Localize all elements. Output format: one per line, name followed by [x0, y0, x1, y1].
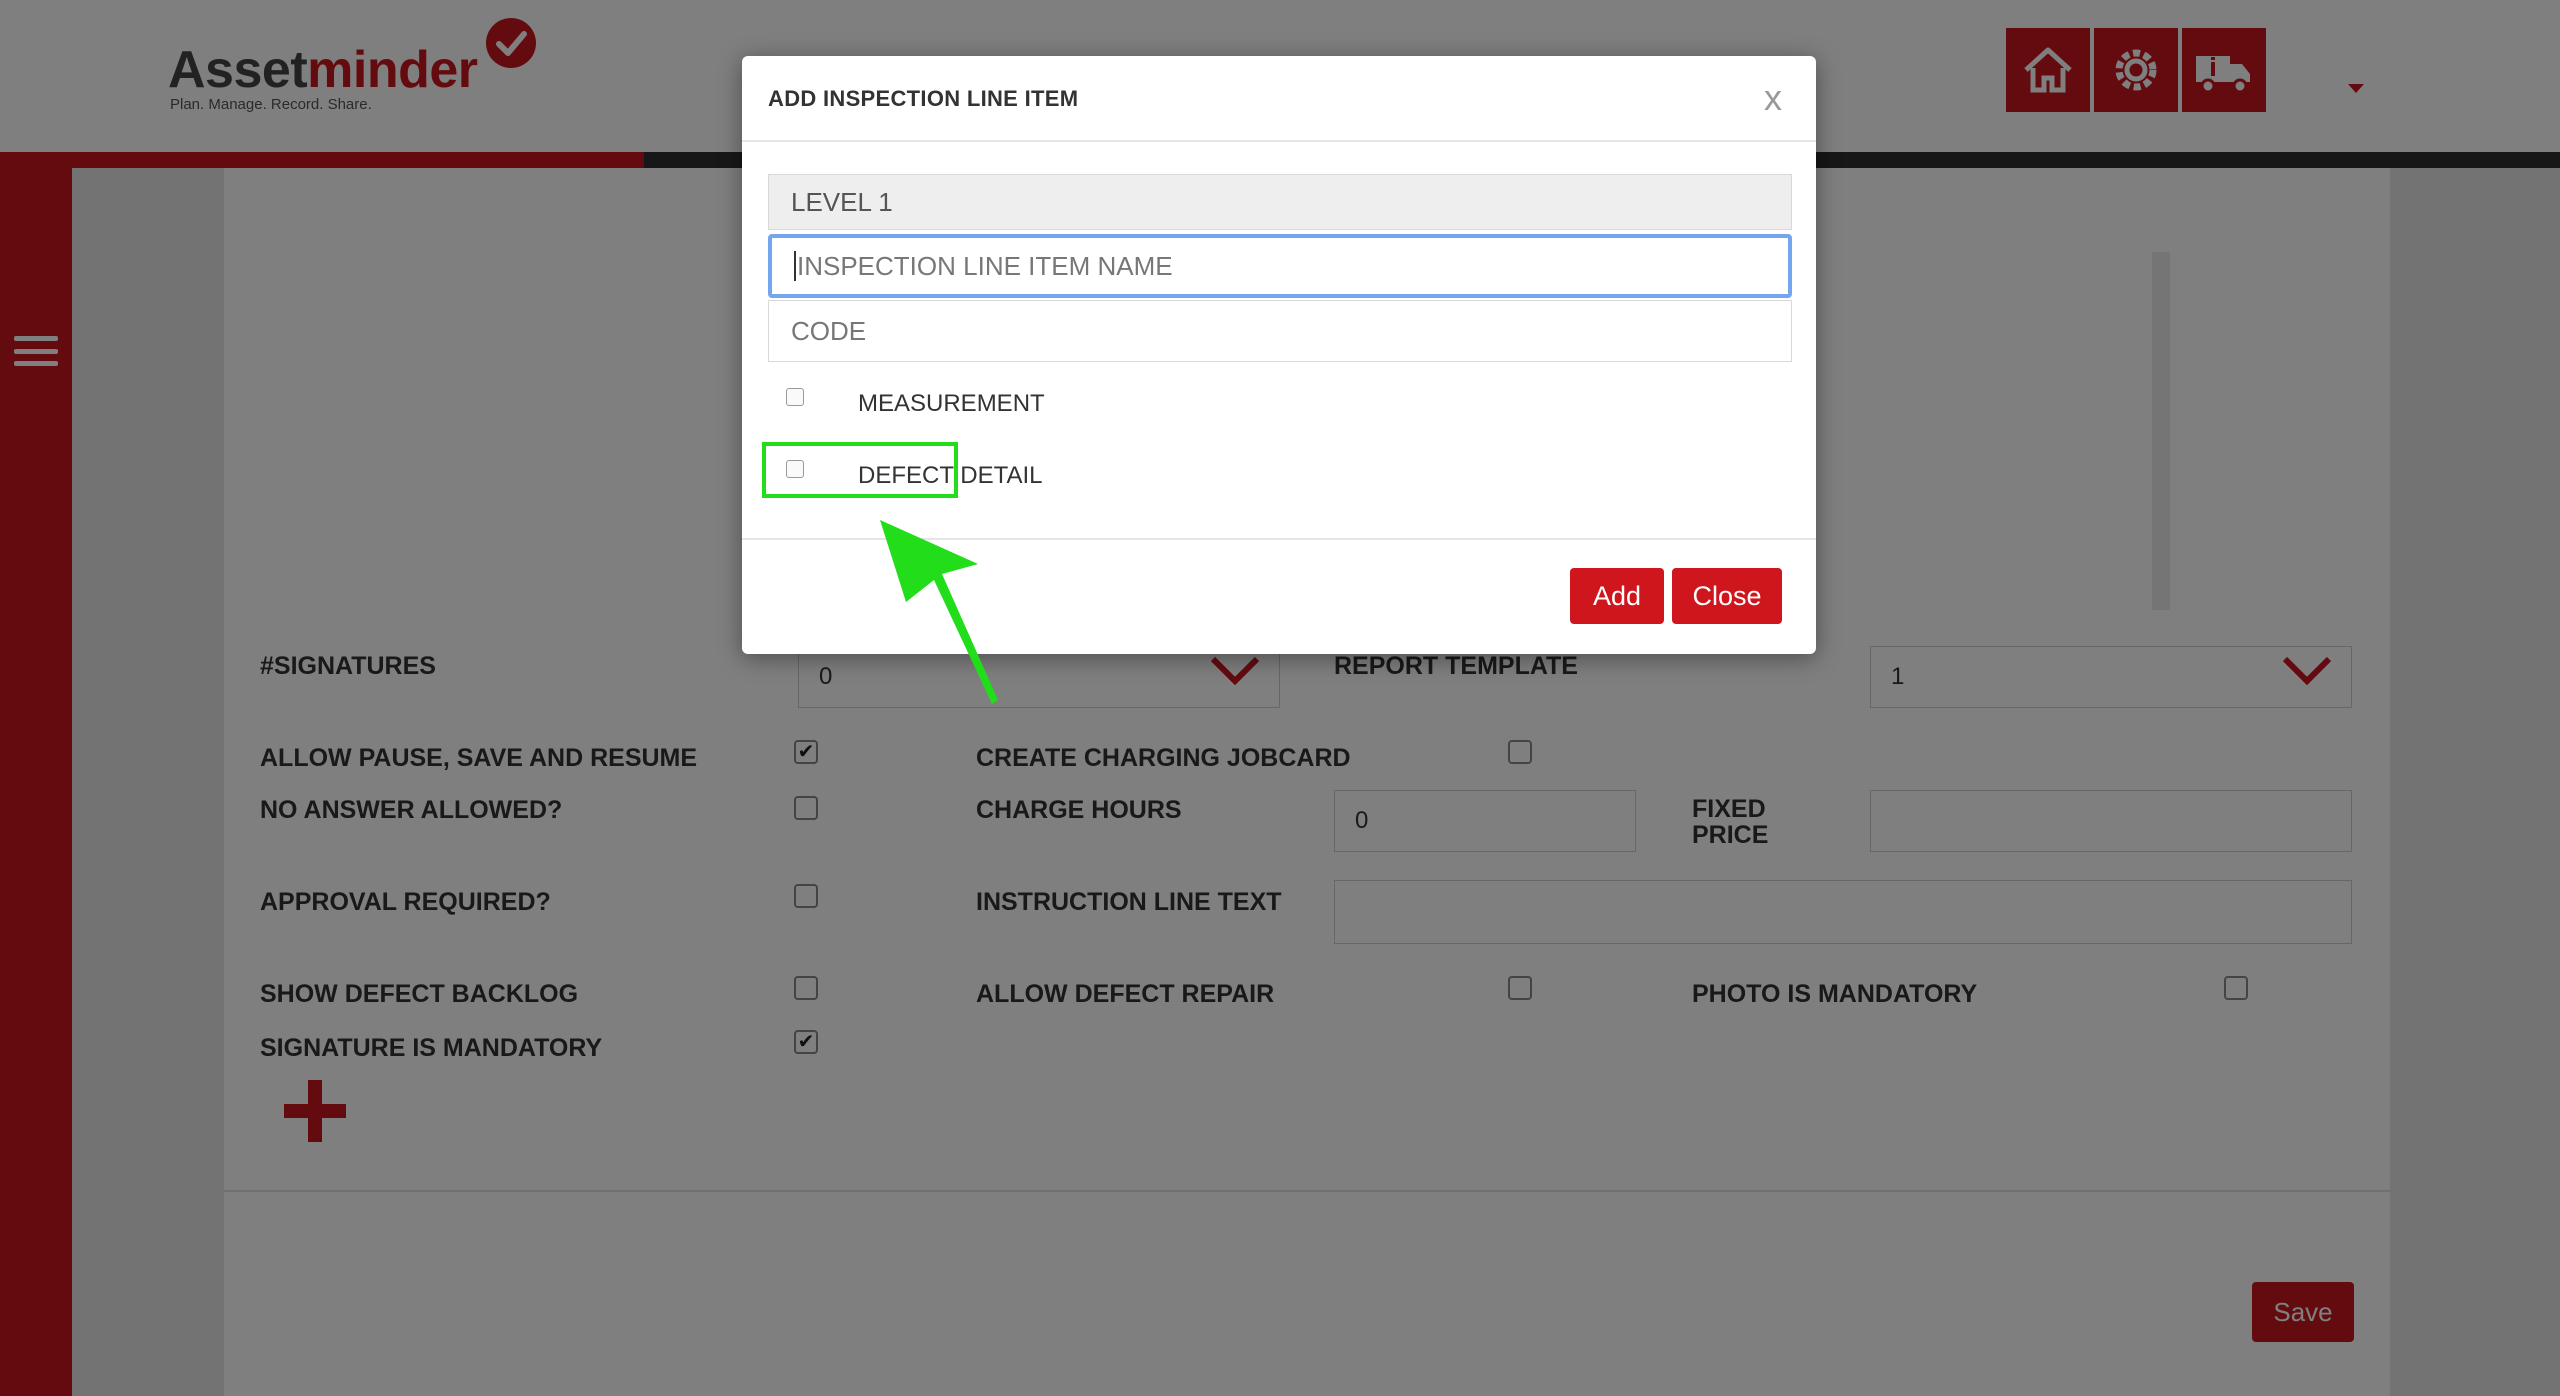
modal-title: ADD INSPECTION LINE ITEM	[768, 86, 1079, 111]
close-button[interactable]: Close	[1672, 568, 1782, 624]
code-placeholder: CODE	[791, 315, 867, 346]
inspection-line-item-name-input[interactable]: INSPECTION LINE ITEM NAME	[768, 234, 1792, 298]
add-button[interactable]: Add	[1570, 568, 1664, 624]
level-field: LEVEL 1	[768, 174, 1792, 230]
name-placeholder: INSPECTION LINE ITEM NAME	[797, 250, 1173, 281]
modal-close-icon[interactable]: x	[1764, 80, 1782, 116]
code-input[interactable]: CODE	[768, 300, 1792, 362]
level-value: LEVEL 1	[791, 186, 893, 217]
modal-header-divider	[742, 140, 1816, 142]
measurement-checkbox[interactable]	[786, 388, 804, 406]
text-cursor	[794, 251, 796, 281]
defect-detail-highlight-box	[762, 442, 958, 498]
measurement-label: MEASUREMENT	[858, 390, 1045, 417]
annotation-arrow-icon	[880, 520, 998, 704]
